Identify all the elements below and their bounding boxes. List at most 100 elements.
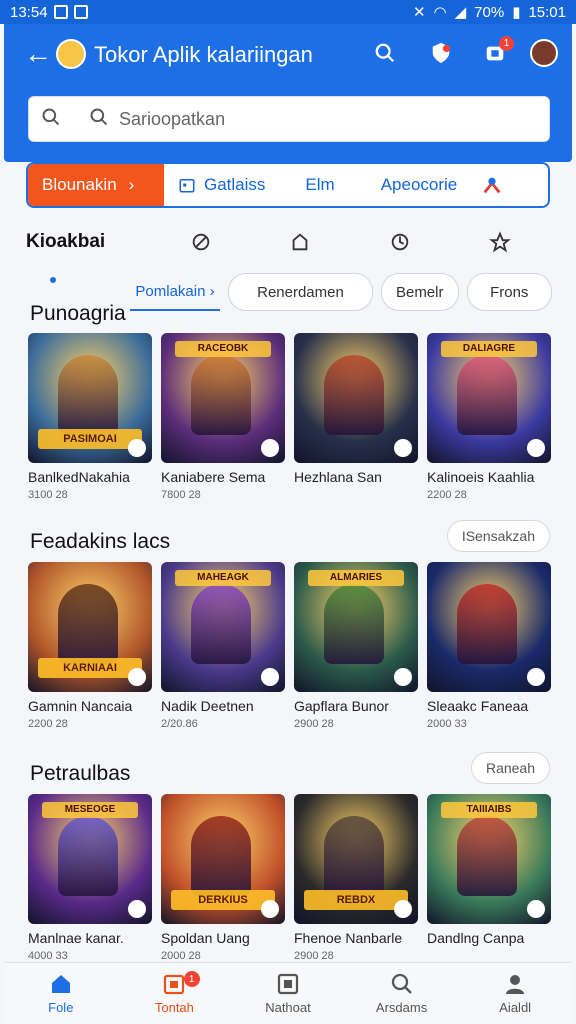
game-card[interactable]: MESEOGE Manlnae kanar. 4000 33 bbox=[28, 794, 152, 962]
game-character-art bbox=[457, 584, 517, 664]
game-title: Hezhlana San bbox=[294, 469, 382, 485]
game-logo-text: TAIIIAIBS bbox=[441, 802, 537, 818]
tab-bemelr[interactable]: Bemelr bbox=[380, 273, 459, 311]
game-card[interactable]: Hezhlana San bbox=[294, 333, 418, 501]
game-card[interactable]: DERKIUS Spoldan Uang 2000 28 bbox=[161, 794, 285, 962]
section-more-button[interactable]: ISensakzah bbox=[446, 520, 550, 552]
game-stat: 2900 28 bbox=[294, 718, 334, 730]
search-icon bbox=[391, 973, 412, 994]
category-item[interactable]: Elm bbox=[305, 175, 334, 195]
filter-icon-2[interactable] bbox=[251, 231, 351, 253]
status-time-right: 15:01 bbox=[528, 3, 566, 21]
game-card[interactable]: TAIIIAIBS Dandlng Canpa bbox=[427, 794, 551, 962]
nav-games[interactable]: 1 Tontah bbox=[118, 963, 232, 1024]
gallery-notification-icon bbox=[53, 5, 68, 19]
game-card[interactable]: PASIMOAI BanlkedNakahia 3100 28 bbox=[28, 333, 152, 501]
status-time: 13:54 bbox=[10, 3, 48, 21]
game-icon bbox=[164, 974, 185, 995]
category-item[interactable]: Gatlaiss bbox=[178, 175, 265, 195]
nav-apps[interactable]: Nathoat bbox=[231, 963, 345, 1024]
game-badge-icon bbox=[261, 668, 279, 686]
game-title: Gamnin Nancaia bbox=[28, 698, 133, 714]
game-card[interactable]: MAHEAGK Nadik Deetnen 2/20.86 bbox=[161, 562, 285, 730]
game-title: Kalinoeis Kaahlia bbox=[427, 469, 535, 485]
search-input[interactable] bbox=[119, 108, 499, 130]
search-icon bbox=[41, 107, 61, 132]
game-character-art bbox=[457, 816, 517, 896]
game-grid: PASIMOAI BanlkedNakahia 3100 28 RACEOBK Kani… bbox=[28, 333, 551, 501]
game-badge-icon bbox=[527, 668, 545, 686]
search-icon[interactable] bbox=[370, 38, 400, 68]
game-thumbnail[interactable]: ALMARIES bbox=[294, 562, 418, 692]
shield-icon[interactable] bbox=[426, 38, 456, 68]
chevron-right-icon: › bbox=[128, 175, 135, 194]
category-label: Apeocorie bbox=[380, 175, 458, 194]
game-title: BanlkedNakahia bbox=[28, 469, 130, 485]
game-character-art bbox=[324, 355, 384, 435]
category-primary-button[interactable]: Blounakin › bbox=[28, 164, 164, 206]
game-title: Kaniabere Sema bbox=[161, 469, 266, 485]
battery-percent: 70% bbox=[474, 3, 505, 21]
game-logo-text: MAHEAGK bbox=[175, 570, 271, 586]
app-header: ← Tokor Aplik kalariingan 1 bbox=[4, 24, 572, 162]
category-bar: Blounakin › Gatlaiss Elm Apeocorie bbox=[26, 162, 550, 208]
game-stat: 2900 28 bbox=[294, 950, 334, 962]
section-title: Feadakins lacs bbox=[30, 530, 171, 553]
filter-icon-3[interactable] bbox=[350, 231, 450, 253]
game-badge-icon bbox=[128, 900, 146, 918]
filter-icon-1[interactable] bbox=[151, 231, 251, 253]
game-thumbnail[interactable]: TAIIIAIBS bbox=[427, 794, 551, 924]
game-logo-text: DERKIUS bbox=[171, 890, 275, 910]
back-arrow-icon[interactable]: ← bbox=[24, 40, 52, 68]
notification-badge: 1 bbox=[499, 36, 514, 51]
game-card[interactable]: KARNIAAI Gamnin Nancaia 2200 28 bbox=[28, 562, 152, 730]
game-logo-text: KARNIAAI bbox=[38, 658, 142, 678]
signal-icon: ◢ bbox=[454, 4, 467, 21]
game-badge-icon bbox=[527, 900, 545, 918]
game-title: Gapflara Bunor bbox=[294, 698, 389, 714]
search-bar[interactable] bbox=[28, 96, 550, 142]
game-character-art bbox=[324, 584, 384, 664]
quick-filter-label: Kioakbai bbox=[26, 231, 106, 252]
game-card[interactable]: ALMARIES Gapflara Bunor 2900 28 bbox=[294, 562, 418, 730]
game-card[interactable]: DALIAGRE Kalinoeis Kaahlia 2200 28 bbox=[427, 333, 551, 501]
game-stat: 2200 28 bbox=[427, 489, 467, 501]
notification-icon[interactable]: 1 bbox=[480, 36, 514, 68]
game-badge-icon bbox=[261, 900, 279, 918]
game-thumbnail[interactable]: DERKIUS bbox=[161, 794, 285, 924]
category-primary-label: Blounakin bbox=[42, 175, 117, 194]
profile-avatar[interactable] bbox=[530, 39, 558, 67]
game-stat: 2000 33 bbox=[427, 718, 467, 730]
game-card[interactable]: RACEOBK Kaniabere Sema 7800 28 bbox=[161, 333, 285, 501]
nav-account[interactable]: Aialdl bbox=[458, 963, 572, 1024]
game-card[interactable]: Sleaakc Faneaa 2000 33 bbox=[427, 562, 551, 730]
game-thumbnail[interactable]: REBDX bbox=[294, 794, 418, 924]
tab-frons[interactable]: Frons bbox=[466, 273, 552, 311]
game-thumbnail[interactable]: KARNIAAI bbox=[28, 562, 152, 692]
game-thumbnail[interactable]: MESEOGE bbox=[28, 794, 152, 924]
game-thumbnail[interactable]: MAHEAGK bbox=[161, 562, 285, 692]
apps-icon bbox=[277, 973, 299, 995]
filter-icon-4[interactable] bbox=[450, 231, 550, 253]
category-item[interactable]: Apeocorie bbox=[381, 175, 458, 195]
game-badge-icon bbox=[394, 668, 412, 686]
game-thumbnail[interactable]: DALIAGRE bbox=[427, 333, 551, 463]
game-thumbnail[interactable] bbox=[427, 562, 551, 692]
page-indicator-dot bbox=[50, 277, 56, 283]
category-label: Elm bbox=[305, 175, 335, 194]
nav-search[interactable]: Arsdams bbox=[345, 963, 459, 1024]
game-thumbnail[interactable] bbox=[294, 333, 418, 463]
category-more-icon[interactable] bbox=[481, 174, 503, 196]
nav-home[interactable]: Fole bbox=[4, 963, 118, 1024]
tab-label: Renerdamen bbox=[257, 283, 344, 301]
tab-renerdamen[interactable]: Renerdamen bbox=[228, 273, 373, 311]
game-thumbnail[interactable]: RACEOBK bbox=[161, 333, 285, 463]
game-card[interactable]: REBDX Fhenoe Nanbarle 2900 28 bbox=[294, 794, 418, 962]
game-stat: 2000 28 bbox=[161, 950, 201, 962]
nav-label: Fole bbox=[48, 1000, 74, 1015]
tab-pomlakain[interactable]: Pomlakain › bbox=[130, 273, 220, 311]
game-character-art bbox=[191, 584, 251, 664]
game-thumbnail[interactable]: PASIMOAI bbox=[28, 333, 152, 463]
section-more-button[interactable]: Raneah bbox=[470, 752, 550, 784]
game-character-art bbox=[324, 816, 384, 896]
